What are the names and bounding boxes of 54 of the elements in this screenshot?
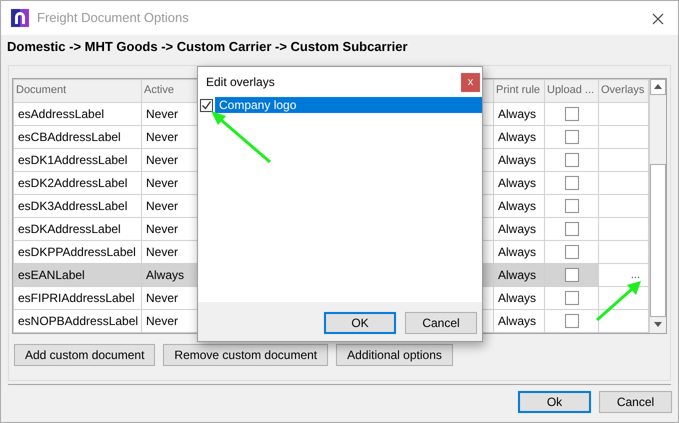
table-cell: esNOPBAddressLabel [14,309,142,332]
caret-down-icon [654,322,662,327]
caret-up-icon [654,84,662,89]
breadcrumb: Domestic -> MHT Goods -> Custom Carrier -> Custom Subcarrier [6,38,409,56]
checkbox[interactable] [200,98,213,112]
close-button[interactable]: x [461,72,480,92]
checkbox[interactable] [564,268,578,282]
action-button[interactable]: Remove custom document [163,344,328,366]
action-button[interactable]: Add custom document [14,344,156,366]
checkbox[interactable] [564,314,578,328]
arrow [596,281,641,322]
table-cell: Always [494,240,544,263]
table-cell: esAddressLabel [14,102,142,125]
table-cell: esDKAddressLabel [14,217,142,240]
dialog-button[interactable]: Cancel [599,390,672,412]
checkbox[interactable] [564,176,578,190]
table-cell: esDK2AddressLabel [14,171,142,194]
table-cell: Always [494,102,544,125]
checkbox[interactable] [564,222,578,236]
table-cell: Always [494,217,544,240]
column-header[interactable]: Active [144,84,174,96]
table-cell: Always [494,309,544,332]
table-cell: Always [494,148,544,171]
window-title: Freight Document Options [37,9,189,28]
table-cell: Always [494,263,544,286]
checkbox[interactable] [564,130,578,144]
scroll-thumb[interactable] [650,164,666,316]
action-button[interactable]: Additional options [336,344,453,366]
checkbox[interactable] [564,199,578,214]
checkbox[interactable] [564,153,578,168]
scrollbar[interactable] [649,78,666,332]
more-button[interactable]: ... [630,270,640,278]
scroll-up-button[interactable] [650,78,666,94]
checkbox[interactable] [564,291,578,306]
dialog-title: Edit overlays [206,74,275,91]
checkbox[interactable] [564,107,578,122]
dialog-button[interactable]: OK [324,312,396,334]
arrow [211,111,271,164]
table-cell: Always [494,194,544,217]
table-cell: esEANLabel [14,263,142,286]
dialog-button[interactable]: Cancel [405,312,477,334]
table-cell: esCBAddressLabel [14,125,142,148]
close-icon [652,13,664,26]
table-cell: Always [494,171,544,194]
table-cell: Always [494,286,544,309]
table-cell: Always [494,125,544,148]
checkbox[interactable] [564,245,578,260]
table-cell: esDK3AddressLabel [14,194,142,217]
table-cell: esFIPRIAddressLabel [14,286,142,309]
app-logo-icon [11,9,29,27]
table-cell: esDKPPAddressLabel [14,240,142,263]
dialog-button[interactable]: Ok [518,390,591,412]
list-item[interactable]: Company logo [215,97,482,113]
table-cell: esDK1AddressLabel [14,148,142,171]
